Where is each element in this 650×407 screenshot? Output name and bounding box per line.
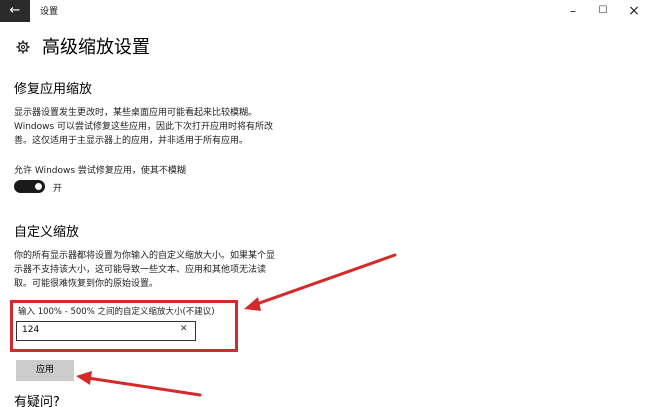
description-line: 善。这仅适用于主显示器上的应用，并非适用于所有应用。 xyxy=(14,136,249,146)
description-line: 示器不支持该大小，这可能导致一些文本、应用和其他项无法读 xyxy=(14,265,267,275)
close-button[interactable]: × xyxy=(619,0,649,22)
page-title: 高级缩放设置 xyxy=(42,37,150,58)
title-bar: ← 设置 – ☐ × xyxy=(0,0,650,22)
description-line: Windows 可以尝试修复这些应用，因此下次打开应用时将有所改 xyxy=(14,122,274,132)
close-icon[interactable]: ✕ xyxy=(180,324,188,334)
close-icon: × xyxy=(628,3,640,19)
toggle-state-text: 开 xyxy=(53,184,63,194)
custom-scaling-heading: 自定义缩放 xyxy=(14,225,80,240)
fix-scaling-heading: 修复应用缩放 xyxy=(14,82,93,97)
fix-apps-toggle-label: 允许 Windows 尝试修复应用，使其不模糊 xyxy=(14,166,186,176)
apply-button[interactable]: 应用 xyxy=(16,360,74,381)
fix-scaling-description: 显示器设置发生更改时，某些桌面应用可能看起来比较模糊。 Windows 可以尝试… xyxy=(14,106,319,148)
custom-scale-input[interactable]: 124 xyxy=(16,321,196,341)
description-line: 显示器设置发生更改时，某些桌面应用可能看起来比较模糊。 xyxy=(14,108,258,118)
custom-scale-input-label: 输入 100% - 500% 之间的自定义缩放大小(不建议) xyxy=(18,307,215,317)
custom-scaling-description: 你的所有显示器都将设置为你输入的自定义缩放大小。如果某个显 示器不支持该大小，这… xyxy=(14,249,319,291)
maximize-icon: ☐ xyxy=(598,5,608,16)
description-line: 取。可能很难恢复到你的原始设置。 xyxy=(14,279,159,289)
gear-icon[interactable] xyxy=(16,40,30,54)
app-title: 设置 xyxy=(40,7,59,17)
back-button[interactable]: ← xyxy=(0,0,30,22)
minimize-icon: – xyxy=(570,4,576,18)
description-line: 你的所有显示器都将设置为你输入的自定义缩放大小。如果某个显 xyxy=(14,251,276,261)
minimize-button[interactable]: – xyxy=(558,0,588,22)
help-heading: 有疑问? xyxy=(14,395,60,407)
fix-apps-toggle[interactable] xyxy=(14,180,45,193)
maximize-button[interactable]: ☐ xyxy=(588,0,618,22)
arrow-left-icon: ← xyxy=(9,3,21,18)
toggle-knob xyxy=(35,183,42,190)
arrow-to-apply xyxy=(76,371,202,397)
